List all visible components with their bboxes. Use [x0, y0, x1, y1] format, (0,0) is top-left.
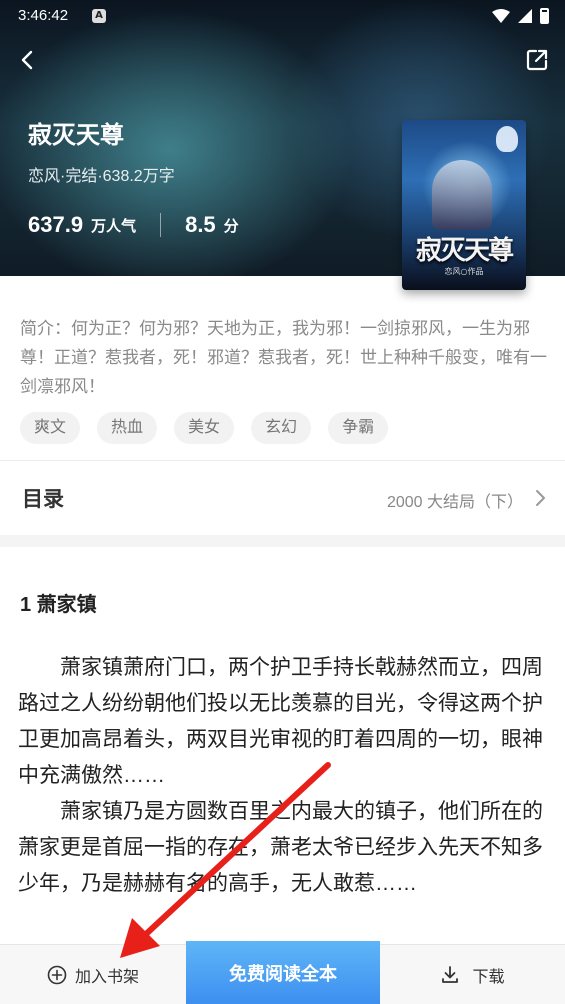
score-unit: 分 — [223, 217, 239, 235]
tag[interactable]: 美女 — [174, 412, 235, 444]
cover-author: 恋风○作品 — [444, 267, 484, 276]
popularity-value: 637.9 — [28, 212, 84, 237]
add-to-shelf-label: 加入书架 — [74, 969, 139, 986]
toc-latest-chapter: 2000 大结局（下） — [386, 494, 523, 511]
cover-bird — [496, 126, 518, 152]
tag[interactable]: 热血 — [97, 412, 158, 444]
chevron-right-icon — [536, 490, 545, 506]
score-value: 8.5 — [185, 212, 216, 237]
add-to-shelf-button[interactable]: 加入书架 — [0, 945, 186, 1004]
download-button[interactable]: 下载 — [380, 945, 565, 1004]
status-bar: 3:46:42 A — [0, 0, 565, 32]
read-free-button[interactable]: 免费阅读全本 — [186, 941, 380, 1004]
signal-icon — [518, 9, 532, 23]
tag[interactable]: 争霸 — [328, 412, 389, 444]
cover-title: 寂灭天尊 — [415, 236, 514, 266]
book-cover[interactable]: 寂灭天尊 恋风○作品 — [402, 120, 526, 290]
section-gap — [0, 535, 565, 547]
share-icon[interactable] — [525, 48, 549, 72]
book-meta: 恋风·完结·638.2万字 — [28, 168, 175, 185]
bottom-action-bar: 加入书架 免费阅读全本 下载 — [0, 941, 565, 1004]
battery-icon — [540, 8, 549, 24]
book-stats: 637.9 万人气 8.5 分 — [28, 212, 239, 238]
status-time: 3:46:42 — [18, 7, 69, 24]
chapter-paragraph: 萧家镇乃是方圆数百里之内最大的镇子，他们所在的萧家更是首屈一指的存在，萧老太爷已… — [18, 800, 543, 895]
book-intro: 简介：何为正？何为邪？天地为正，我为邪！一剑掠邪风，一生为邪尊！正道？惹我者，死… — [20, 319, 547, 396]
stats-divider — [160, 213, 162, 237]
chapter-title: 1 萧家镇 — [20, 594, 97, 616]
chapter-paragraph: 萧家镇萧府门口，两个护卫手持长戟赫然而立，四周路过之人纷纷朝他们投以无比羡慕的目… — [18, 656, 543, 787]
notification-icon: A — [92, 9, 106, 23]
wifi-icon — [492, 9, 510, 23]
tag[interactable]: 玄幻 — [251, 412, 312, 444]
cover-figure — [432, 160, 492, 230]
tag-list: 爽文 热血 美女 玄幻 争霸 — [20, 412, 389, 444]
toc-row[interactable]: 目录 2000 大结局（下） — [0, 461, 565, 535]
back-icon[interactable] — [16, 48, 40, 72]
chapter-body: 萧家镇萧府门口，两个护卫手持长戟赫然而立，四周路过之人纷纷朝他们投以无比羡慕的目… — [18, 650, 546, 902]
book-title: 寂灭天尊 — [28, 122, 124, 149]
popularity-unit: 万人气 — [91, 217, 137, 235]
tag[interactable]: 爽文 — [20, 412, 81, 444]
download-label: 下载 — [472, 969, 505, 986]
toc-label: 目录 — [22, 488, 64, 511]
download-icon — [442, 966, 459, 983]
status-icons — [492, 8, 549, 24]
plus-circle-icon — [47, 965, 67, 985]
